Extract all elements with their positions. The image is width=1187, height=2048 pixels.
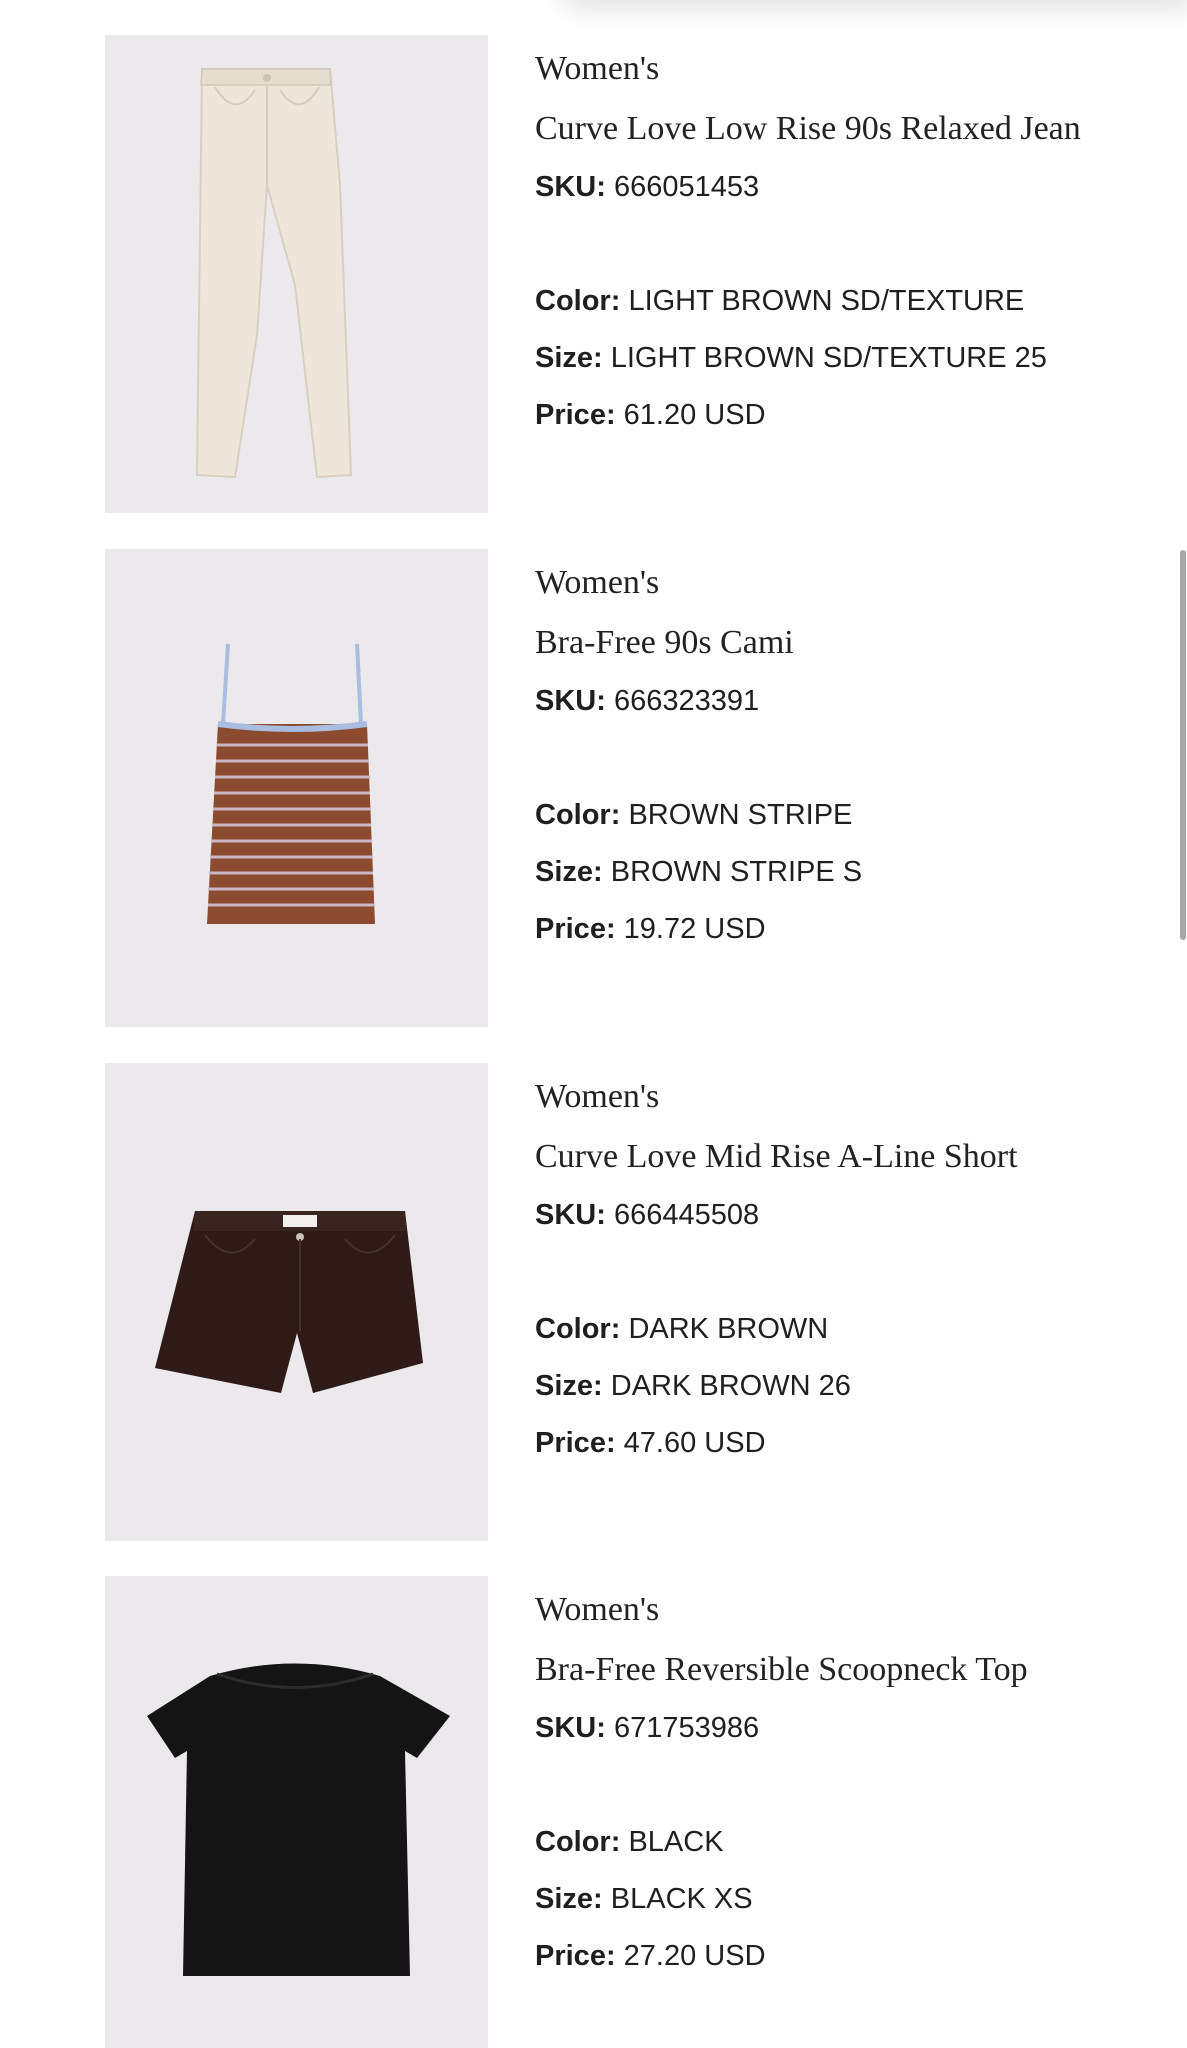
price-label: Price:: [535, 1940, 616, 1972]
item-price: Price: 27.20 USD: [535, 1928, 1135, 1985]
sku-label: SKU:: [535, 171, 606, 203]
item-name[interactable]: Curve Love Mid Rise A-Line Short: [535, 1127, 1095, 1187]
color-label: Color:: [535, 799, 621, 831]
color-value: BLACK: [628, 1826, 724, 1858]
sku-value: 666051453: [613, 171, 760, 203]
price-label: Price:: [535, 913, 616, 945]
order-item: Women's Curve Love Low Rise 90s Relaxed …: [105, 35, 1135, 513]
item-color: Color: BLACK: [535, 1814, 1135, 1871]
item-name[interactable]: Bra-Free 90s Cami: [535, 613, 1095, 673]
item-details: Women's Curve Love Low Rise 90s Relaxed …: [535, 35, 1135, 444]
order-item: Women's Bra-Free 90s Cami SKU: 666323391…: [105, 549, 1135, 1027]
item-sku: SKU: 666445508: [535, 1187, 1135, 1244]
item-sku: SKU: 666051453: [535, 159, 1135, 216]
size-label: Size:: [535, 856, 603, 888]
jeans-image: [195, 68, 353, 479]
item-price: Price: 19.72 USD: [535, 901, 1135, 958]
item-details: Women's Curve Love Mid Rise A-Line Short…: [535, 1063, 1135, 1472]
item-name[interactable]: Curve Love Low Rise 90s Relaxed Jean: [535, 99, 1095, 159]
order-item: Women's Curve Love Mid Rise A-Line Short…: [105, 1063, 1135, 1541]
size-value: BLACK XS: [610, 1883, 753, 1915]
price-label: Price:: [535, 399, 616, 431]
item-name[interactable]: Bra-Free Reversible Scoopneck Top: [535, 1640, 1095, 1700]
item-details: Women's Bra-Free 90s Cami SKU: 666323391…: [535, 549, 1135, 958]
color-label: Color:: [535, 285, 621, 317]
sku-value: 666323391: [613, 685, 760, 717]
item-size: Size: DARK BROWN 26: [535, 1358, 1135, 1415]
size-label: Size:: [535, 342, 603, 374]
price-label: Price:: [535, 1427, 616, 1459]
item-sku: SKU: 666323391: [535, 673, 1135, 730]
item-price: Price: 47.60 USD: [535, 1415, 1135, 1472]
item-category: Women's: [535, 1591, 660, 1628]
item-category: Women's: [535, 564, 660, 601]
price-value: 61.20 USD: [623, 399, 766, 431]
product-image[interactable]: [105, 1576, 488, 2048]
item-category: Women's: [535, 50, 660, 87]
order-items-page: Women's Curve Love Low Rise 90s Relaxed …: [0, 0, 1187, 2048]
color-value: LIGHT BROWN SD/TEXTURE: [628, 285, 1025, 317]
size-value: BROWN STRIPE S: [610, 856, 863, 888]
color-label: Color:: [535, 1313, 621, 1345]
sku-label: SKU:: [535, 1199, 606, 1231]
size-value: DARK BROWN 26: [610, 1370, 851, 1402]
color-value: DARK BROWN: [628, 1313, 829, 1345]
item-color: Color: LIGHT BROWN SD/TEXTURE: [535, 273, 1135, 330]
price-value: 47.60 USD: [623, 1427, 766, 1459]
product-image[interactable]: [105, 1063, 488, 1541]
shorts-image: [155, 1211, 423, 1393]
top-image: [147, 1663, 450, 1976]
color-value: BROWN STRIPE: [628, 799, 853, 831]
sku-label: SKU:: [535, 685, 606, 717]
order-item: Women's Bra-Free Reversible Scoopneck To…: [105, 1576, 1135, 2048]
sku-value: 671753986: [613, 1712, 760, 1744]
item-color: Color: BROWN STRIPE: [535, 787, 1135, 844]
product-image[interactable]: [105, 35, 488, 513]
size-label: Size:: [535, 1883, 603, 1915]
sku-label: SKU:: [535, 1712, 606, 1744]
item-price: Price: 61.20 USD: [535, 387, 1135, 444]
sku-value: 666445508: [613, 1199, 760, 1231]
cami-image: [207, 643, 375, 924]
item-size: Size: BROWN STRIPE S: [535, 844, 1135, 901]
item-details: Women's Bra-Free Reversible Scoopneck To…: [535, 1576, 1135, 1985]
size-value: LIGHT BROWN SD/TEXTURE 25: [610, 342, 1047, 374]
color-label: Color:: [535, 1826, 621, 1858]
product-image[interactable]: [105, 549, 488, 1027]
item-size: Size: BLACK XS: [535, 1871, 1135, 1928]
size-label: Size:: [535, 1370, 603, 1402]
item-size: Size: LIGHT BROWN SD/TEXTURE 25: [535, 330, 1135, 387]
scrollbar[interactable]: [1180, 550, 1186, 940]
price-value: 19.72 USD: [623, 913, 766, 945]
item-category: Women's: [535, 1078, 660, 1115]
price-value: 27.20 USD: [623, 1940, 766, 1972]
item-sku: SKU: 671753986: [535, 1700, 1135, 1757]
item-color: Color: DARK BROWN: [535, 1301, 1135, 1358]
